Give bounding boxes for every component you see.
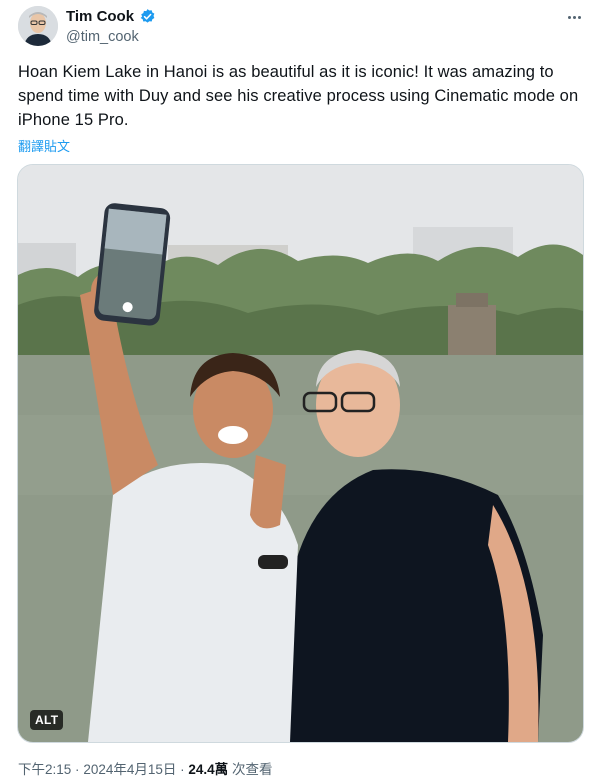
- tweet-text: Hoan Kiem Lake in Hanoi is as beautiful …: [18, 63, 579, 129]
- more-dot: [577, 15, 581, 19]
- avatar[interactable]: [18, 6, 58, 46]
- photo-illustration: [18, 165, 583, 742]
- more-options-icon[interactable]: [563, 8, 585, 26]
- tweet-media-photo[interactable]: ALT: [17, 164, 584, 743]
- author-handle[interactable]: @tim_cook: [66, 29, 139, 45]
- author-name-row: Tim Cook: [66, 8, 156, 25]
- tweet-meta: 下午2:15 · 2024年4月15日 · 24.4萬 次查看: [18, 758, 272, 778]
- more-dot: [572, 15, 576, 19]
- alt-text-badge[interactable]: ALT: [30, 710, 64, 730]
- more-dot: [567, 15, 571, 19]
- avatar-image: [18, 6, 58, 46]
- translate-post-link[interactable]: 翻譯貼文: [18, 136, 70, 155]
- verified-badge-icon: [140, 9, 155, 23]
- author-display-name[interactable]: Tim Cook: [66, 8, 134, 25]
